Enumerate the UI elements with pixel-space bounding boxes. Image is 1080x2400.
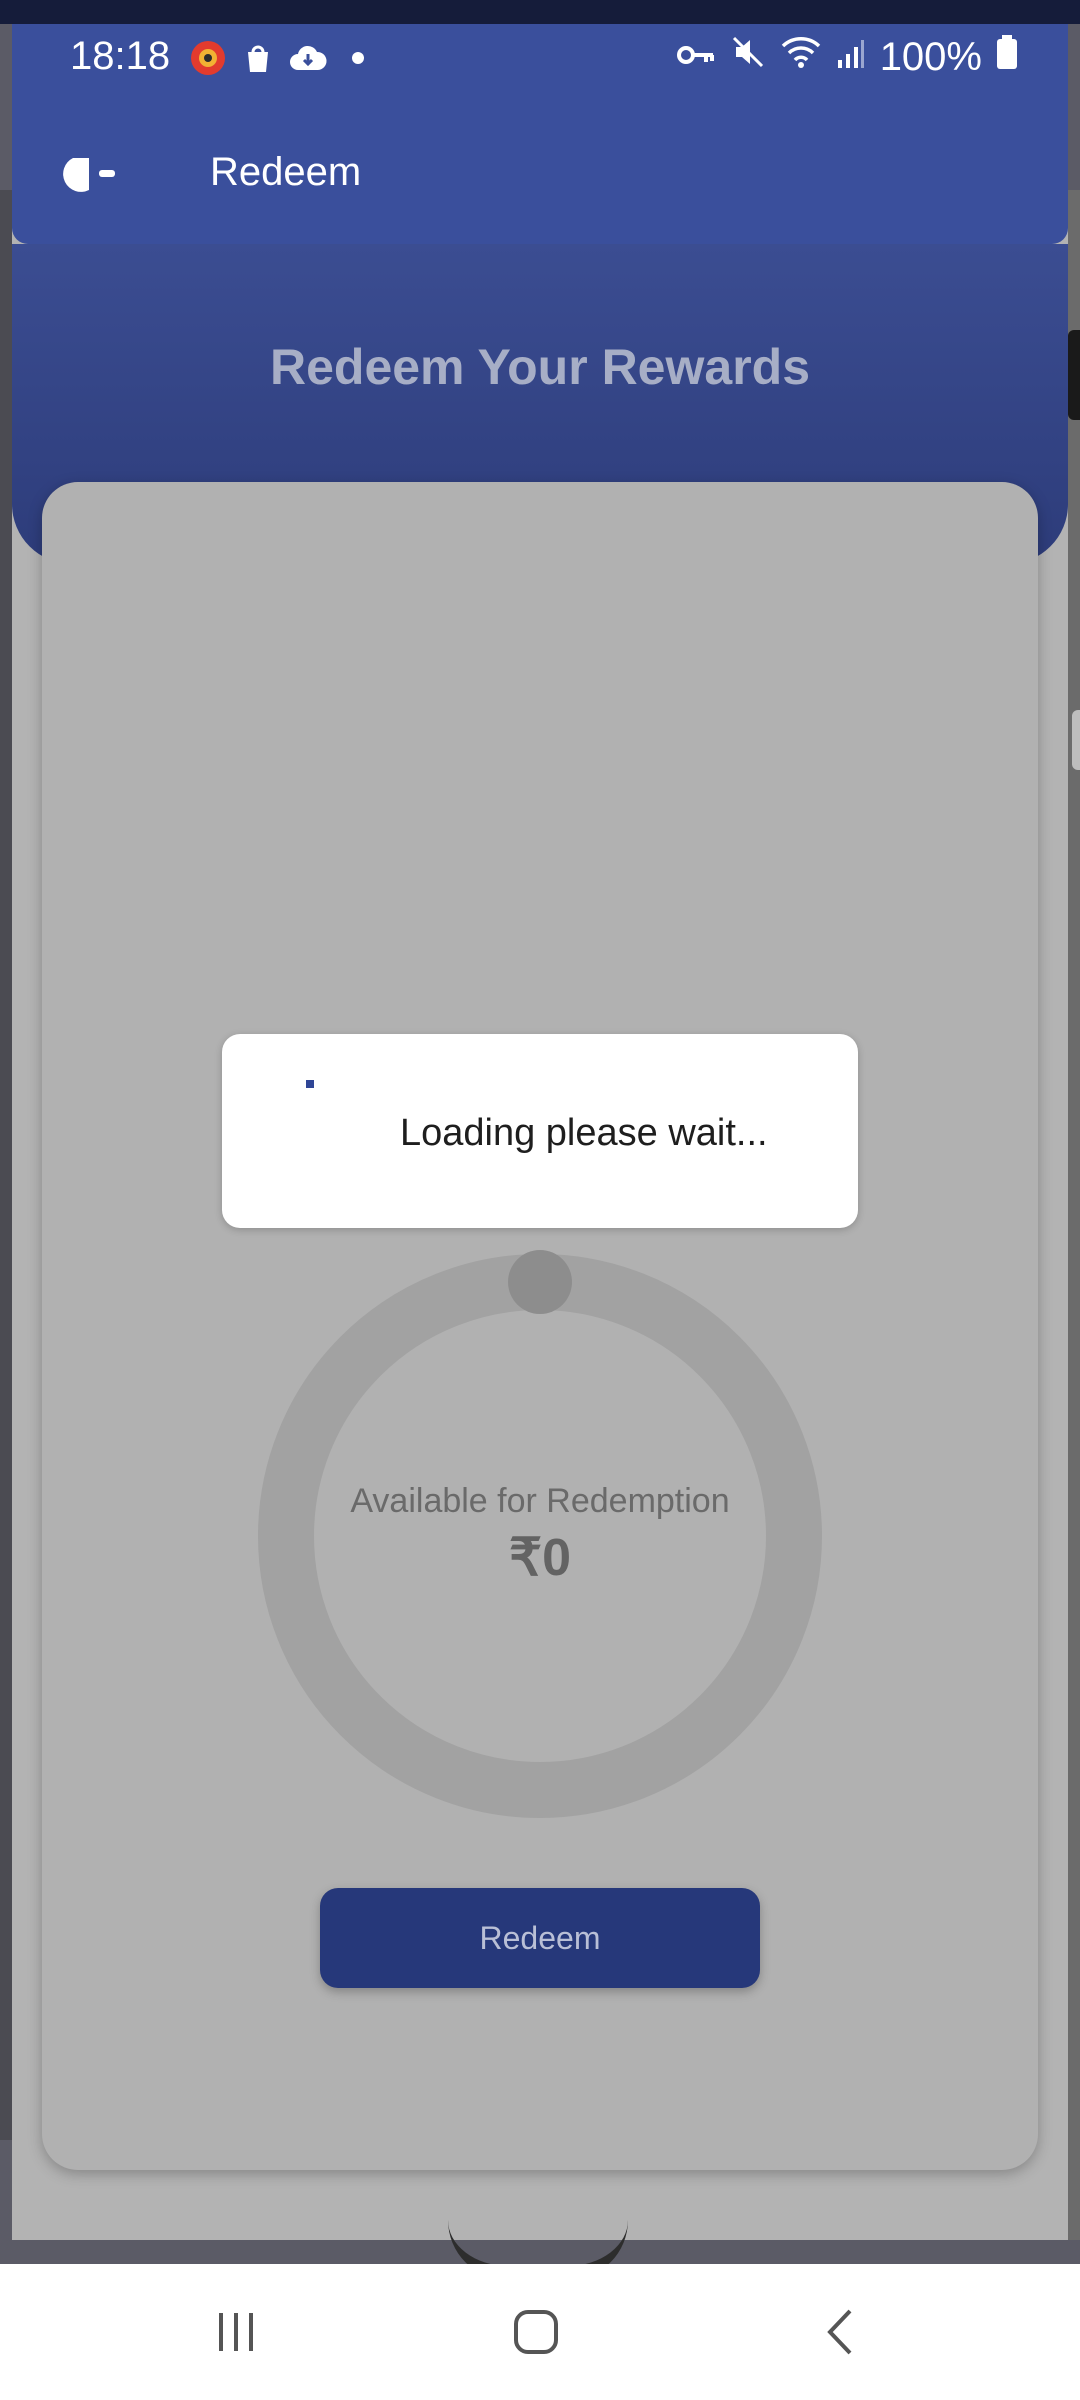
status-icons-right: 100% bbox=[676, 34, 1018, 80]
nav-back-button[interactable] bbox=[800, 2304, 880, 2364]
available-amount: ₹0 bbox=[508, 1529, 571, 1587]
right-edge bbox=[1068, 190, 1080, 2240]
recent-apps-icon bbox=[211, 2309, 261, 2360]
edge-decoration bbox=[1072, 710, 1080, 770]
ring-knob bbox=[508, 1250, 572, 1314]
vpn-key-icon bbox=[676, 35, 716, 80]
recent-apps-button[interactable] bbox=[196, 2304, 276, 2364]
back-icon bbox=[820, 2307, 860, 2362]
back-button[interactable] bbox=[56, 146, 126, 206]
loading-message: Loading please wait... bbox=[400, 1112, 768, 1154]
home-icon bbox=[511, 2307, 561, 2362]
shopping-bag-icon bbox=[238, 38, 278, 78]
dot-icon bbox=[338, 38, 378, 78]
status-bar: 18:18 100% bbox=[12, 24, 1068, 96]
battery-text: 100% bbox=[879, 34, 982, 79]
banner-title: Redeem Your Rewards bbox=[269, 339, 810, 395]
wifi-icon bbox=[780, 34, 822, 80]
left-edge bbox=[0, 190, 12, 2140]
loading-spinner bbox=[306, 1080, 314, 1088]
edge-decoration bbox=[1068, 330, 1080, 420]
back-icon bbox=[63, 154, 119, 199]
battery-icon bbox=[996, 34, 1018, 80]
loading-dialog: Loading please wait... bbox=[222, 1034, 858, 1228]
available-label: Available for Redemption bbox=[350, 1482, 730, 1520]
navigation-bar bbox=[0, 2264, 1080, 2400]
home-button[interactable] bbox=[496, 2304, 576, 2364]
signal-icon bbox=[836, 35, 866, 80]
status-time: 18:18 bbox=[70, 34, 171, 78]
app-bar: Redeem bbox=[12, 130, 1068, 230]
app-icon bbox=[188, 38, 228, 78]
top-strip bbox=[0, 0, 1080, 24]
redeem-button[interactable]: Redeem bbox=[320, 1888, 760, 1988]
mute-icon bbox=[730, 34, 766, 80]
page-title: Redeem bbox=[210, 150, 362, 194]
cloud-icon bbox=[288, 38, 328, 78]
status-icons-left bbox=[188, 38, 378, 78]
screen: 18:18 100% Redeem Redeem Your Rewards Av… bbox=[0, 0, 1080, 2400]
